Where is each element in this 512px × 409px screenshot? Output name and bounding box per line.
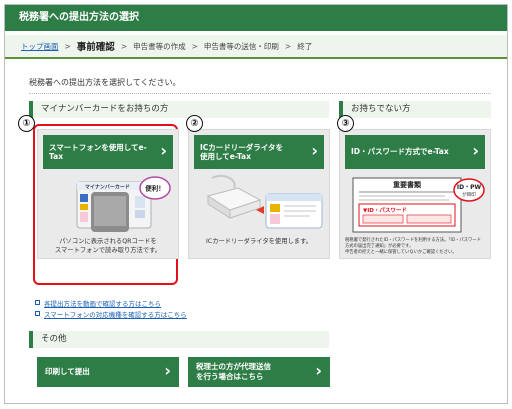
chevron-right-icon: ›: [160, 141, 167, 160]
tax-accountant-proxy-label: 税理士の方が代理送信 を行う場合はこちら: [196, 362, 271, 382]
breadcrumb-step-end: 終了: [297, 41, 313, 51]
video-guide-link[interactable]: 各提出方法を動画で確認する方はこちら: [44, 298, 161, 308]
link-bullet-icon: [35, 311, 40, 316]
smartphone-description-line: スマートフォンで読み取り方法です。: [54, 246, 162, 254]
breadcrumb-separator: >: [284, 41, 292, 51]
id-password-description: 税務署で発行されたID・パスワードを利用する方法。「ID・パスワード方式の届出完…: [345, 238, 485, 256]
id-password-document-illustration: 重要書類 ▼ID・パスワード ID・PW が目印: [345, 174, 485, 234]
intro-text: 税務署への提出方法を選択してください。: [29, 78, 181, 87]
convenient-badge-text: 便利！: [145, 184, 165, 193]
supported-devices-link[interactable]: スマートフォンの対応機種を確認する方はこちら: [44, 309, 187, 319]
idpw-badge-text: ID・PW: [457, 184, 482, 191]
smartphone-card-illustration: マイナンバーカード 便利！: [43, 174, 173, 234]
section-header-mynumber: マイナンバーカードをお持ちの方: [29, 101, 329, 118]
breadcrumb-step-create: 申告書等の作成: [133, 41, 186, 51]
id-password-etax-button[interactable]: ID・パスワード方式でe-Tax ›: [345, 135, 485, 169]
card-ic-reader: ICカードリーダライタを 使用してe-Tax › ICカードリーダライタを使用し…: [188, 129, 330, 259]
ic-reader-label-line: ICカードリーダライタを: [200, 142, 283, 152]
breadcrumb-separator: >: [191, 41, 198, 51]
smartphone-description-line: パソコンに表示されるQRコードを: [59, 238, 157, 245]
smartphone-etax-button[interactable]: スマートフォンを使用してe-Tax ›: [43, 135, 173, 169]
card-smartphone: スマートフォンを使用してe-Tax › マイナンバーカード 便利！ パソコンに表…: [37, 129, 179, 259]
ic-reader-etax-label: ICカードリーダライタを 使用してe-Tax: [200, 143, 283, 162]
idpw-badge-sub: が目印: [462, 191, 476, 198]
breadcrumb-home-link[interactable]: トップ画面: [21, 41, 59, 52]
breadcrumb: トップ画面 > 事前確認 > 申告書等の作成 > 申告書等の送信・印刷 > 終了: [5, 35, 507, 59]
proxy-label-line: を行う場合はこちら: [196, 372, 264, 381]
section-header-no-card: お持ちでない方: [339, 101, 491, 118]
divider: [29, 93, 491, 94]
ic-reader-label-line: 使用してe-Tax: [200, 152, 251, 161]
marker-1: ①: [18, 115, 35, 132]
id-password-etax-label: ID・パスワード方式でe-Tax: [351, 147, 449, 157]
chevron-right-icon: ›: [315, 361, 322, 380]
smartphone-etax-label: スマートフォンを使用してe-Tax: [49, 142, 147, 161]
id-password-label: ▼ID・パスワード: [363, 206, 407, 214]
proxy-label-line: 税理士の方が代理送信: [196, 362, 271, 372]
link-row: スマートフォンの対応機種を確認する方はこちら: [35, 308, 187, 319]
id-password-description-line: 申告者の控えと一緒に保管していないかご確認ください。: [345, 250, 457, 256]
ic-reader-etax-button[interactable]: ICカードリーダライタを 使用してe-Tax ›: [194, 135, 324, 169]
chevron-right-icon: ›: [472, 141, 479, 160]
breadcrumb-separator: >: [64, 41, 71, 51]
marker-3: ③: [337, 115, 354, 132]
page-title: 税務署への提出方法の選択: [5, 5, 507, 31]
link-row: 各提出方法を動画で確認する方はこちら: [35, 297, 187, 308]
ic-reader-illustration: [194, 174, 324, 234]
ic-reader-description: ICカードリーダライタを使用します。: [205, 238, 313, 245]
chevron-right-icon: ›: [311, 141, 318, 160]
important-document-title: 重要書類: [393, 180, 422, 189]
breadcrumb-separator: >: [120, 41, 128, 51]
help-links: 各提出方法を動画で確認する方はこちら スマートフォンの対応機種を確認する方はこち…: [35, 297, 187, 319]
breadcrumb-step-send: 申告書等の送信・印刷: [203, 41, 279, 51]
breadcrumb-current-step: 事前確認: [76, 42, 115, 53]
page-frame: 税務署への提出方法の選択 トップ画面 > 事前確認 > 申告書等の作成 > 申告…: [4, 4, 508, 404]
marker-2: ②: [186, 115, 203, 132]
card-label-text: マイナンバーカード: [85, 184, 130, 191]
id-password-description-line: 税務署で発行されたID・パスワードを利用する方法。「ID・パスワード方式の届出完…: [345, 238, 481, 250]
link-bullet-icon: [35, 300, 40, 305]
tax-accountant-proxy-button[interactable]: 税理士の方が代理送信 を行う場合はこちら ›: [188, 357, 330, 387]
section-header-other: その他: [29, 331, 329, 348]
chevron-right-icon: ›: [164, 361, 171, 380]
smartphone-description: パソコンに表示されるQRコードを スマートフォンで読み取り方法です。: [43, 238, 173, 255]
print-submit-button[interactable]: 印刷して提出 ›: [37, 357, 179, 387]
card-id-password: ID・パスワード方式でe-Tax › 重要書類 ▼ID・パスワード ID・PW …: [339, 129, 491, 259]
print-submit-label: 印刷して提出: [45, 367, 90, 377]
